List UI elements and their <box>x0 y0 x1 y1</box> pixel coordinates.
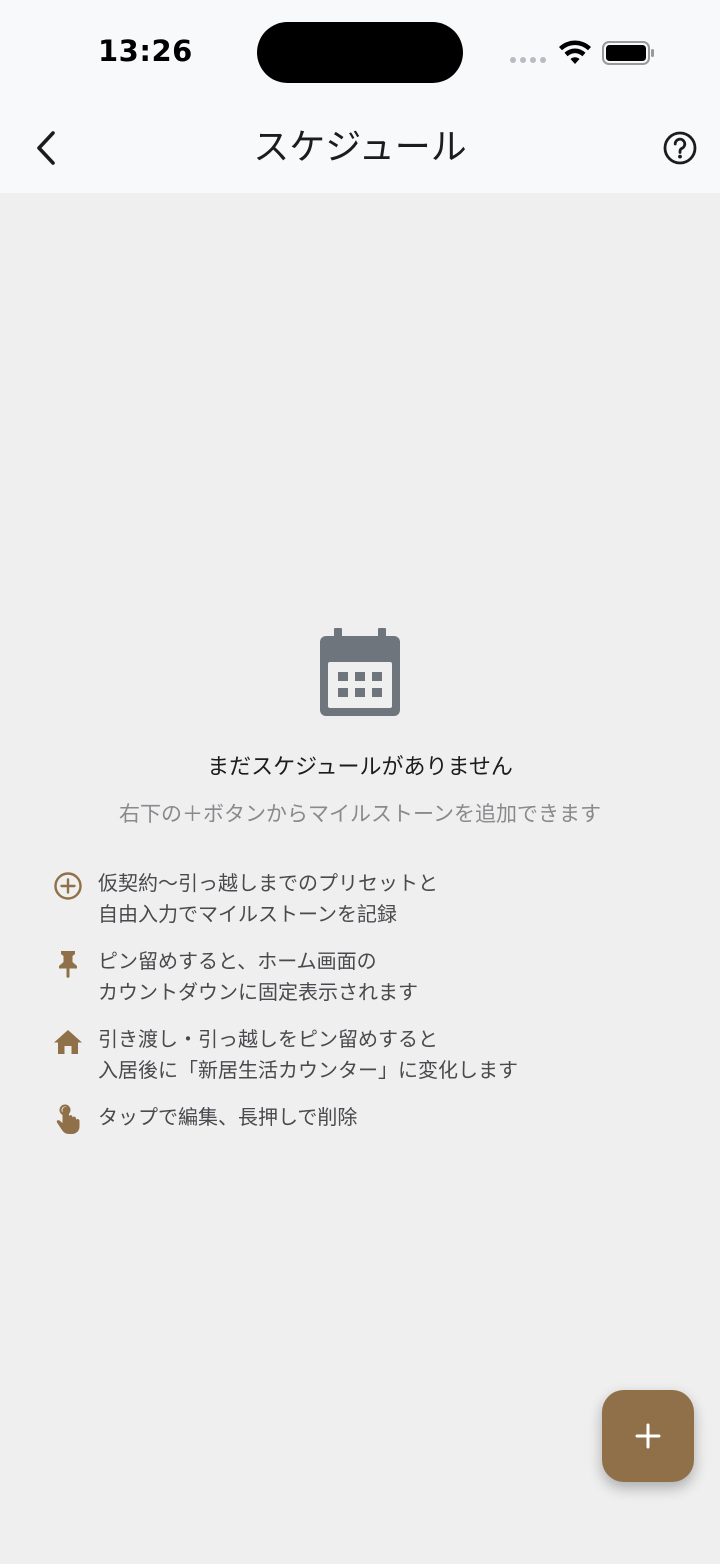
chevron-left-icon <box>37 131 55 165</box>
back-button[interactable] <box>24 126 68 170</box>
wifi-icon <box>559 40 591 64</box>
tip-line: タップで編集、長押しで削除 <box>98 1105 358 1129</box>
home-icon <box>52 1026 84 1058</box>
tip-line: 引き渡し・引っ越しをピン留めすると <box>98 1027 438 1051</box>
tip-item-presets: 仮契約〜引っ越しまでのプリセットと 自由入力でマイルストーンを記録 <box>52 868 672 930</box>
page-title: スケジュール <box>253 127 467 168</box>
calendar-icon <box>320 628 400 716</box>
schedule-screen: 13:26 スケジュール まだスケジュールがありません 右下の＋ボタンからマイル… <box>0 0 720 1564</box>
touch-icon <box>52 1104 84 1136</box>
pin-icon <box>52 948 84 980</box>
cellular-signal-icon <box>510 55 548 65</box>
tip-line: 入居後に「新居生活カウンター」に変化します <box>98 1058 518 1082</box>
tip-line: 仮契約〜引っ越しまでのプリセットと <box>98 871 438 895</box>
tip-text: タップで編集、長押しで削除 <box>98 1102 357 1133</box>
tip-text: 仮契約〜引っ越しまでのプリセットと 自由入力でマイルストーンを記録 <box>98 868 438 930</box>
tip-line: ピン留めすると、ホーム画面の <box>98 949 377 973</box>
battery-icon <box>602 41 654 65</box>
tip-text: ピン留めすると、ホーム画面の カウントダウンに固定表示されます <box>98 946 418 1008</box>
empty-state-title: まだスケジュールがありません <box>207 755 513 780</box>
empty-state-subtitle: 右下の＋ボタンからマイルストーンを追加できます <box>119 802 601 826</box>
tip-item-pin: ピン留めすると、ホーム画面の カウントダウンに固定表示されます <box>52 946 672 1008</box>
top-bar: 13:26 スケジュール <box>0 0 720 193</box>
tip-text: 引き渡し・引っ越しをピン留めすると 入居後に「新居生活カウンター」に変化します <box>98 1024 518 1086</box>
dynamic-island <box>257 22 463 83</box>
help-button[interactable] <box>658 126 702 170</box>
tip-item-touch: タップで編集、長押しで削除 <box>52 1102 672 1136</box>
status-time: 13:26 <box>98 34 193 68</box>
tip-line: カウントダウンに固定表示されます <box>98 980 418 1004</box>
add-circle-icon <box>52 870 84 902</box>
question-circle-icon <box>663 131 697 165</box>
tips-list: 仮契約〜引っ越しまでのプリセットと 自由入力でマイルストーンを記録 ピン留めする… <box>52 868 672 1152</box>
tip-line: 自由入力でマイルストーンを記録 <box>98 902 397 926</box>
add-milestone-button[interactable] <box>602 1390 694 1482</box>
tip-item-home-counter: 引き渡し・引っ越しをピン留めすると 入居後に「新居生活カウンター」に変化します <box>52 1024 672 1086</box>
plus-icon <box>635 1423 661 1449</box>
